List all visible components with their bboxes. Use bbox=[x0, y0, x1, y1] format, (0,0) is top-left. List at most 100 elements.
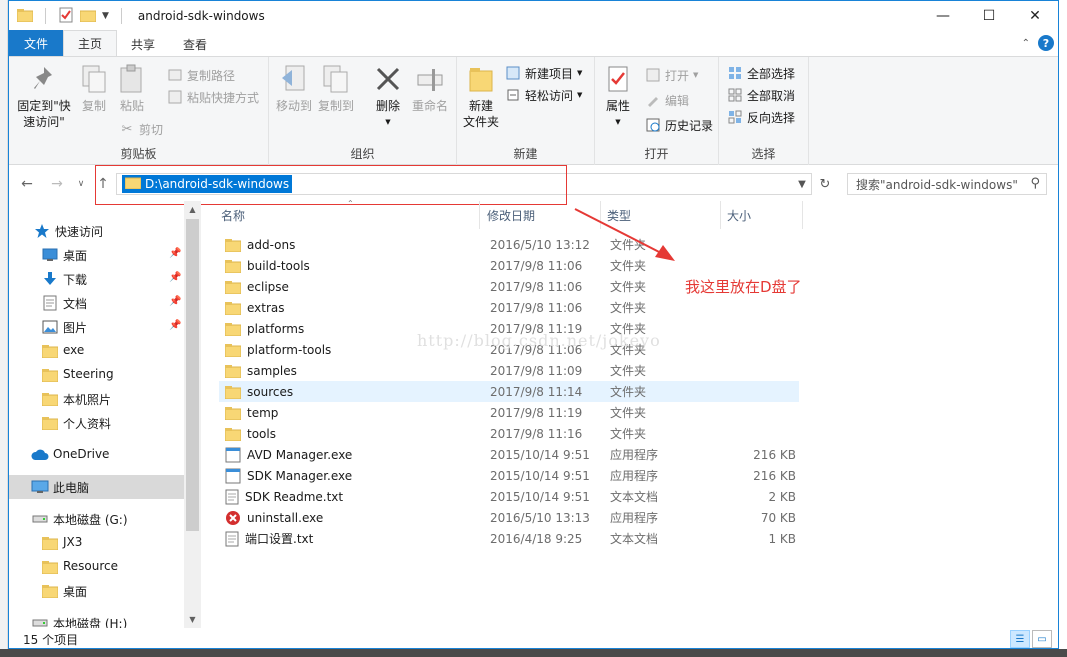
nav-item-label: 此电脑 bbox=[53, 481, 90, 495]
back-button[interactable]: ← bbox=[17, 174, 37, 194]
file-row[interactable]: SDK Manager.exe 2015/10/14 9:51 应用程序 216 KB bbox=[219, 465, 799, 486]
scrollbar-thumb[interactable] bbox=[186, 219, 199, 531]
easy-access-button[interactable]: 轻松访问 ▼ bbox=[505, 85, 582, 105]
file-size: 216 KB bbox=[753, 447, 796, 462]
nav-item-label: JX3 bbox=[63, 535, 83, 549]
download-icon bbox=[41, 271, 59, 287]
file-type: 文件夹 bbox=[610, 364, 647, 378]
file-name-cell: platforms bbox=[225, 318, 304, 339]
select-all-label: 全部选择 bbox=[747, 66, 796, 81]
select-none-button[interactable]: 全部取消 bbox=[727, 85, 795, 105]
recent-locations-button[interactable]: ∨ bbox=[71, 174, 91, 194]
file-name-cell: temp bbox=[225, 402, 278, 423]
file-row[interactable]: SDK Readme.txt 2015/10/14 9:51 文本文档 2 KB bbox=[219, 486, 799, 507]
file-name-cell: samples bbox=[225, 360, 297, 381]
copy-to-icon bbox=[320, 63, 352, 95]
delete-button[interactable]: 删除 ▼ bbox=[371, 63, 405, 130]
nav-item-label: 快速访问 bbox=[55, 225, 104, 239]
file-name: SDK Manager.exe bbox=[247, 468, 353, 483]
nav-scrollbar[interactable]: ▲ ▼ bbox=[184, 201, 201, 628]
new-item-button[interactable]: 新建项目 ▼ bbox=[505, 63, 582, 83]
chevron-down-icon: ▼ bbox=[615, 118, 621, 126]
file-row[interactable]: AVD Manager.exe 2015/10/14 9:51 应用程序 216 KB bbox=[219, 444, 799, 465]
copy-path-button[interactable]: 复制路径 bbox=[167, 65, 235, 85]
rename-button[interactable]: 重命名 bbox=[409, 63, 451, 114]
folder-icon bbox=[225, 406, 241, 420]
refresh-button[interactable]: ↻ bbox=[815, 174, 835, 194]
chevron-up-icon: ⌃ bbox=[347, 199, 354, 208]
paste-shortcut-button[interactable]: 粘贴快捷方式 bbox=[167, 87, 259, 107]
file-row[interactable]: temp 2017/9/8 11:19 文件夹 bbox=[219, 402, 799, 423]
chevron-up-icon[interactable]: ⌃ bbox=[1022, 38, 1030, 49]
move-to-button[interactable]: 移动到 bbox=[275, 63, 313, 114]
open-group: 属性 ▼ 打开 ▼ 编辑 历史记录 打开 bbox=[595, 57, 719, 165]
file-row[interactable]: tools 2017/9/8 11:16 文件夹 bbox=[219, 423, 799, 444]
large-icons-view-icon[interactable]: ▭ bbox=[1032, 630, 1052, 648]
scroll-down-icon[interactable]: ▼ bbox=[184, 611, 201, 628]
forward-button[interactable]: → bbox=[47, 174, 67, 194]
history-label: 历史记录 bbox=[665, 118, 714, 133]
file-type: 文件夹 bbox=[610, 301, 647, 315]
file-row[interactable]: extras 2017/9/8 11:06 文件夹 bbox=[219, 297, 799, 318]
select-group: 全部选择 全部取消 反向选择 选择 bbox=[719, 57, 809, 165]
file-row[interactable]: 端口设置.txt 2016/4/18 9:25 文本文档 1 KB bbox=[219, 528, 799, 549]
file-name: build-tools bbox=[247, 258, 310, 273]
ribbon-options: ⌃ ? bbox=[1022, 35, 1054, 51]
pin-icon: 📌 bbox=[169, 296, 182, 307]
nav-item-label: 桌面 bbox=[63, 585, 88, 599]
file-name: platforms bbox=[247, 321, 305, 336]
tab-share[interactable]: 共享 bbox=[117, 32, 169, 56]
pin-quick-access-button[interactable]: 固定到"快 速访问" bbox=[15, 63, 73, 130]
select-none-icon bbox=[727, 87, 743, 103]
file-name: SDK Readme.txt bbox=[245, 489, 344, 504]
properties-button[interactable]: 属性 ▼ bbox=[601, 63, 635, 130]
select-none-label: 全部取消 bbox=[747, 88, 796, 103]
status-bar: 15 个项目 ☰ ▭ bbox=[9, 628, 1058, 648]
pin-icon bbox=[28, 63, 60, 95]
properties-icon bbox=[602, 63, 634, 95]
file-row[interactable]: uninstall.exe 2016/5/10 13:13 应用程序 70 KB bbox=[219, 507, 799, 528]
pin-icon: 📌 bbox=[169, 272, 182, 283]
close-button[interactable]: ✕ bbox=[1012, 1, 1058, 31]
minimize-button[interactable]: — bbox=[920, 1, 966, 31]
cut-button[interactable]: ✂ 剪切 bbox=[119, 119, 163, 139]
nav-item-label: 文档 bbox=[63, 297, 88, 311]
ribbon: 固定到"快 速访问" 复制 粘贴 复制路径 粘贴快捷方式 ✂ 剪切 剪贴板 移动… bbox=[9, 57, 1058, 165]
copy-button[interactable]: 复制 bbox=[77, 63, 111, 114]
tab-home[interactable]: 主页 bbox=[63, 30, 118, 56]
new-folder-button[interactable]: 新建 文件夹 bbox=[461, 63, 501, 130]
tab-file[interactable]: 文件 bbox=[9, 30, 64, 56]
column-header-size[interactable]: 大小 bbox=[721, 201, 803, 229]
file-name-cell: build-tools bbox=[225, 255, 310, 276]
search-input[interactable]: 搜索"android-sdk-windows" ⚲ bbox=[847, 173, 1047, 195]
chevron-down-icon: ▼ bbox=[577, 69, 583, 77]
open-button[interactable]: 打开 ▼ bbox=[645, 65, 698, 85]
folder-icon bbox=[41, 391, 59, 407]
nav-item[interactable]: 此电脑 bbox=[9, 475, 184, 499]
scroll-up-icon[interactable]: ▲ bbox=[184, 201, 201, 218]
maximize-button[interactable]: ☐ bbox=[966, 1, 1012, 31]
chevron-down-icon[interactable]: ▼ bbox=[793, 174, 811, 194]
new-folder-icon[interactable] bbox=[79, 8, 97, 25]
file-type: 文本文档 bbox=[610, 532, 659, 546]
history-button[interactable]: 历史记录 bbox=[645, 115, 713, 135]
file-row[interactable]: add-ons 2016/5/10 13:12 文件夹 bbox=[219, 234, 799, 255]
tab-view[interactable]: 查看 bbox=[169, 32, 221, 56]
folder-icon bbox=[225, 343, 241, 357]
invert-selection-button[interactable]: 反向选择 bbox=[727, 107, 795, 127]
search-icon: ⚲ bbox=[1030, 176, 1040, 191]
select-all-button[interactable]: 全部选择 bbox=[727, 63, 795, 83]
item-count: 15 个项目 bbox=[23, 632, 79, 647]
open-group-label: 打开 bbox=[644, 147, 669, 161]
file-row[interactable]: sources 2017/9/8 11:14 文件夹 bbox=[219, 381, 799, 402]
properties-icon[interactable] bbox=[58, 7, 74, 26]
paste-button[interactable]: 粘贴 bbox=[115, 63, 149, 114]
details-view-icon[interactable]: ☰ bbox=[1010, 630, 1030, 648]
file-row[interactable]: samples 2017/9/8 11:09 文件夹 bbox=[219, 360, 799, 381]
file-row[interactable]: build-tools 2017/9/8 11:06 文件夹 bbox=[219, 255, 799, 276]
help-icon[interactable]: ? bbox=[1038, 35, 1054, 51]
copy-to-button[interactable]: 复制到 bbox=[317, 63, 355, 114]
organize-group: 移动到 复制到 删除 ▼ 重命名 组织 bbox=[269, 57, 457, 165]
chevron-down-icon[interactable]: ▼ bbox=[102, 11, 109, 21]
edit-button[interactable]: 编辑 bbox=[645, 90, 689, 110]
